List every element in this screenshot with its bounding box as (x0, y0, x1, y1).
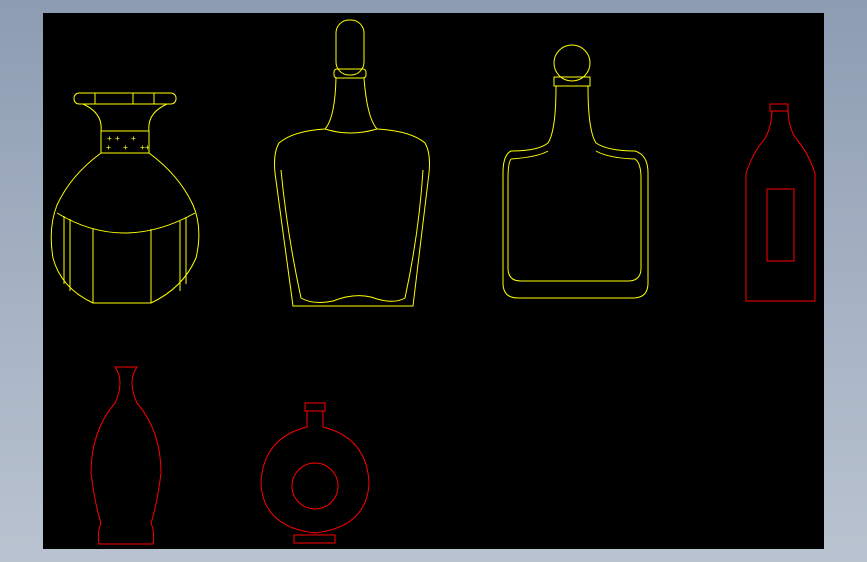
decanter-bottle[interactable] (274, 19, 430, 307)
ring-flask-bottle[interactable] (260, 402, 370, 544)
svg-text:+: + (123, 143, 128, 152)
svg-text:+: + (106, 143, 111, 152)
cad-drawing-viewport[interactable]: + + + + + + + (43, 13, 824, 549)
vase-decoration-marks: + + + + + + + (106, 134, 150, 152)
vase-bottle[interactable]: + + + + + + + (50, 92, 200, 304)
slim-curved-bottle[interactable] (90, 366, 162, 545)
square-stopper-bottle[interactable] (502, 44, 649, 299)
svg-text:+: + (145, 143, 150, 152)
svg-text:+: + (115, 134, 120, 143)
tall-label-bottle[interactable] (745, 103, 816, 302)
svg-text:+: + (107, 134, 112, 143)
svg-text:+: + (131, 134, 136, 143)
